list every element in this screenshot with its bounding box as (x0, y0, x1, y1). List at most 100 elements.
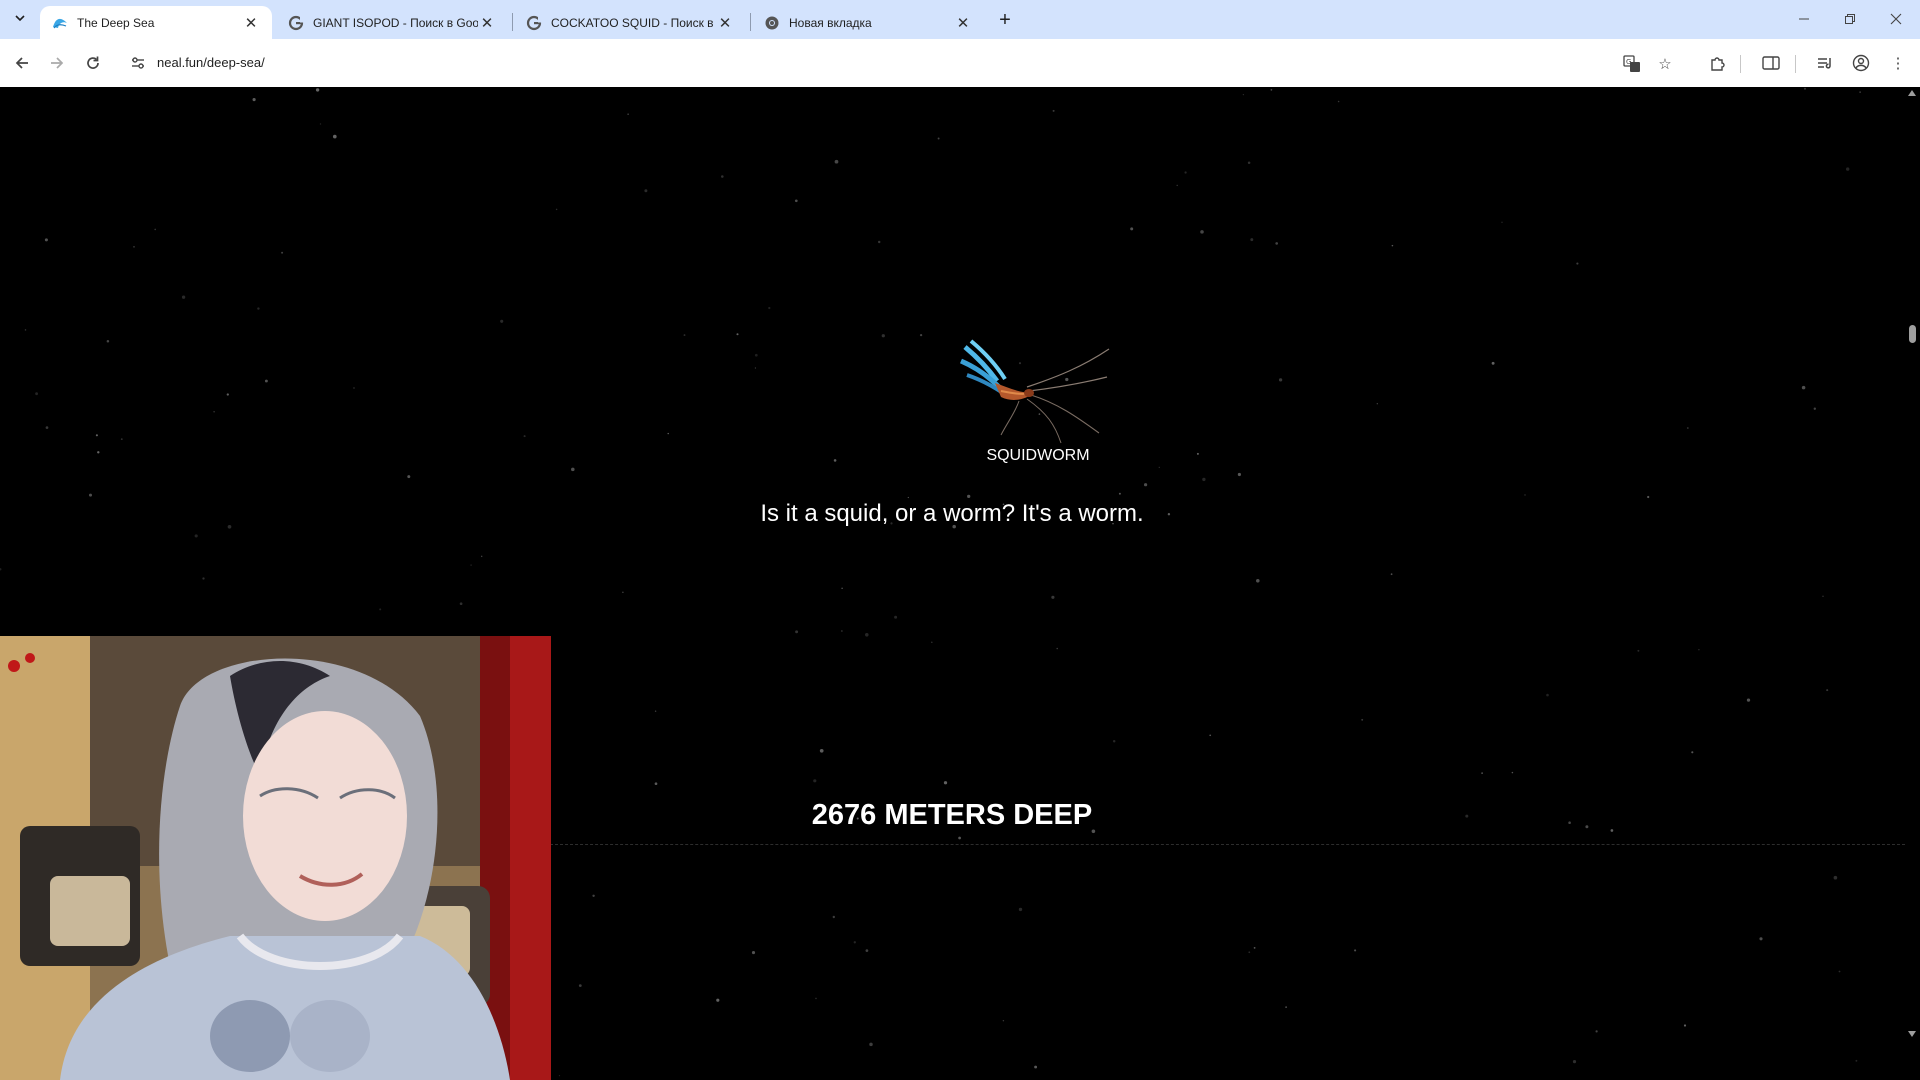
chrome-icon (764, 15, 780, 31)
depth-label: 2676 METERS DEEP (811, 799, 1093, 831)
star-particle (571, 467, 575, 472)
star-particle (227, 524, 232, 529)
star-particle (555, 208, 558, 211)
kebab-menu-icon[interactable]: ⋮ (1887, 52, 1909, 74)
star-particle (226, 393, 229, 396)
scrollbar-thumb[interactable] (1909, 325, 1916, 343)
star-particle (45, 426, 49, 429)
wave-icon (52, 15, 68, 31)
toolbar-separator (1795, 55, 1796, 73)
forward-button[interactable] (43, 49, 71, 77)
close-window-button[interactable] (1874, 4, 1918, 34)
star-particle (1859, 91, 1861, 93)
translate-icon[interactable]: G (1622, 54, 1642, 74)
star-particle (931, 641, 933, 643)
star-particle (353, 387, 355, 389)
star-particle (1176, 184, 1178, 187)
star-particle (1158, 466, 1161, 469)
star-particle (1803, 87, 1807, 90)
star-particle (1826, 689, 1829, 692)
close-tab-icon[interactable]: ✕ (716, 14, 734, 32)
tab-cockatoo-squid[interactable]: COCKATOO SQUID - Поиск в Google ✕ (514, 6, 746, 39)
star-particle (865, 633, 869, 637)
webcam-overlay (0, 636, 551, 1080)
star-particle (841, 587, 843, 589)
star-particle (379, 608, 382, 611)
star-particle (1524, 494, 1526, 496)
star-particle (133, 246, 135, 248)
star-particle (1838, 970, 1841, 973)
new-tab-button[interactable]: + (993, 8, 1017, 32)
star-particle (937, 137, 940, 140)
minimize-icon (1799, 18, 1809, 20)
star-particle (120, 438, 123, 440)
address-bar[interactable]: neal.fun/deep-sea/ G ☆ (122, 45, 1690, 81)
star-particle (869, 1042, 873, 1047)
star-particle (1018, 907, 1023, 912)
forward-arrow-icon (51, 57, 64, 69)
plus-icon: + (999, 8, 1011, 31)
star-particle (407, 475, 411, 479)
tab-the-deep-sea[interactable]: The Deep Sea ✕ (40, 6, 272, 39)
star-particle (1337, 100, 1340, 103)
tab-search-button[interactable] (10, 8, 30, 28)
url-text[interactable]: neal.fun/deep-sea/ (157, 55, 265, 70)
star-particle (667, 432, 669, 435)
star-particle (795, 630, 799, 634)
star-particle (1112, 740, 1116, 743)
star-particle (1691, 751, 1694, 754)
profile-avatar-icon[interactable] (1850, 52, 1872, 74)
back-button[interactable] (8, 49, 36, 77)
star-particle (865, 949, 869, 952)
star-particle (1572, 1060, 1577, 1064)
star-particle (202, 577, 205, 580)
star-particle (332, 134, 337, 139)
star-particle (1833, 875, 1838, 880)
minimize-button[interactable] (1782, 4, 1826, 34)
star-particle (1270, 89, 1273, 91)
side-panel-icon[interactable] (1760, 52, 1782, 74)
star-particle (44, 238, 48, 242)
star-particle (1354, 949, 1357, 952)
star-particle (815, 997, 817, 1000)
star-particle (1686, 427, 1689, 429)
close-tab-icon[interactable]: ✕ (954, 14, 972, 32)
bookmark-star-icon[interactable]: ☆ (1655, 54, 1675, 74)
tab-title: Новая вкладка (789, 15, 872, 30)
scroll-up-arrow-icon[interactable] (1908, 90, 1916, 96)
star-particle (622, 591, 624, 593)
scroll-down-arrow-icon[interactable] (1908, 1031, 1916, 1037)
star-particle (1390, 573, 1393, 576)
page-scrollbar[interactable] (1905, 87, 1920, 1080)
star-particle (1846, 167, 1850, 171)
star-particle (1248, 951, 1251, 954)
star-particle (1481, 772, 1483, 774)
star-particle (1501, 221, 1503, 224)
star-particle (1585, 825, 1589, 829)
media-controls-icon[interactable] (1814, 52, 1836, 74)
star-particle (1130, 227, 1134, 231)
back-arrow-icon (15, 57, 28, 69)
star-particle (1698, 648, 1700, 651)
star-particle (315, 88, 320, 92)
tab-new-tab[interactable]: Новая вкладка ✕ (752, 6, 984, 39)
close-tab-icon[interactable]: ✕ (478, 14, 496, 32)
star-particle (1511, 771, 1514, 774)
star-particle (35, 392, 38, 396)
star-particle (1237, 472, 1241, 477)
star-particle (1595, 1030, 1598, 1033)
star-particle (257, 307, 260, 310)
star-particle (1034, 1065, 1038, 1069)
squidworm-illustration (960, 339, 1110, 444)
star-particle (894, 615, 898, 619)
tab-giant-isopod[interactable]: GIANT ISOPOD - Поиск в Google ✕ (276, 6, 508, 39)
reload-button[interactable] (79, 49, 107, 77)
star-particle (281, 251, 284, 254)
star-particle (841, 630, 843, 632)
site-settings-icon[interactable] (130, 55, 146, 71)
streamer-webcam-feed (0, 636, 551, 1080)
restore-button[interactable] (1828, 4, 1872, 34)
star-particle (1855, 1059, 1858, 1062)
close-tab-icon[interactable]: ✕ (242, 14, 260, 32)
extensions-icon[interactable] (1707, 52, 1729, 74)
